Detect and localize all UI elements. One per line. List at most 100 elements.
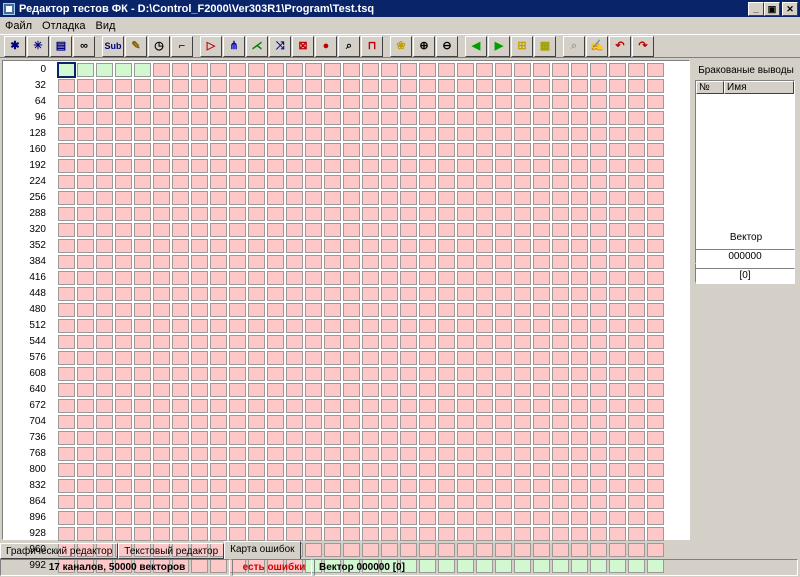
- pin-cell-fail[interactable]: [647, 223, 664, 237]
- pin-cell-fail[interactable]: [419, 431, 436, 445]
- pin-cell-fail[interactable]: [628, 287, 645, 301]
- pin-cell-fail[interactable]: [590, 223, 607, 237]
- pin-cell-fail[interactable]: [191, 367, 208, 381]
- pin-cell-fail[interactable]: [590, 143, 607, 157]
- pin-cell-fail[interactable]: [628, 383, 645, 397]
- pin-cell-fail[interactable]: [305, 447, 322, 461]
- pin-cell-fail[interactable]: [58, 415, 75, 429]
- pin-cell-fail[interactable]: [628, 463, 645, 477]
- pin-cell-fail[interactable]: [571, 287, 588, 301]
- pin-cell-fail[interactable]: [571, 159, 588, 173]
- pin-cell-fail[interactable]: [647, 479, 664, 493]
- pin-cell-fail[interactable]: [210, 527, 227, 541]
- pin-cell-fail[interactable]: [58, 175, 75, 189]
- pin-cell-fail[interactable]: [590, 191, 607, 205]
- tab-graphic-editor[interactable]: Графический редактор: [0, 543, 119, 559]
- menu-view[interactable]: Вид: [91, 20, 121, 32]
- pin-cell-fail[interactable]: [495, 63, 512, 77]
- pin-cell-fail[interactable]: [267, 319, 284, 333]
- pin-cell-fail[interactable]: [571, 191, 588, 205]
- pin-cell-fail[interactable]: [58, 511, 75, 525]
- pin-cell-fail[interactable]: [267, 383, 284, 397]
- pin-cell-fail[interactable]: [590, 383, 607, 397]
- pin-cell-fail[interactable]: [58, 447, 75, 461]
- pin-cell-fail[interactable]: [77, 495, 94, 509]
- pin-cell-fail[interactable]: [305, 159, 322, 173]
- pin-cell-fail[interactable]: [362, 463, 379, 477]
- pin-cell-fail[interactable]: [248, 127, 265, 141]
- pin-cell-fail[interactable]: [77, 319, 94, 333]
- pin-cell-fail[interactable]: [191, 431, 208, 445]
- pin-cell-fail[interactable]: [495, 79, 512, 93]
- pin-cell-fail[interactable]: [533, 207, 550, 221]
- pin-cell-fail[interactable]: [286, 447, 303, 461]
- pin-cell-fail[interactable]: [58, 271, 75, 285]
- pin-cell-fail[interactable]: [571, 351, 588, 365]
- pin-cell-fail[interactable]: [172, 447, 189, 461]
- arrow-left-button[interactable]: ◀: [465, 35, 487, 57]
- pin-cell-fail[interactable]: [267, 175, 284, 189]
- pin-cell-fail[interactable]: [514, 79, 531, 93]
- pin-cell-fail[interactable]: [286, 463, 303, 477]
- pin-cell-fail[interactable]: [419, 63, 436, 77]
- pin-cell-fail[interactable]: [514, 415, 531, 429]
- pin-cell-fail[interactable]: [77, 271, 94, 285]
- pin-cell-fail[interactable]: [438, 239, 455, 253]
- pin-cell-fail[interactable]: [438, 191, 455, 205]
- pin-cell-fail[interactable]: [476, 191, 493, 205]
- pin-cell-fail[interactable]: [191, 415, 208, 429]
- pin-cell-fail[interactable]: [191, 463, 208, 477]
- pin-cell-fail[interactable]: [248, 223, 265, 237]
- pin-cell-fail[interactable]: [191, 127, 208, 141]
- pin-cell-fail[interactable]: [248, 495, 265, 509]
- pin-cell-fail[interactable]: [286, 255, 303, 269]
- pin-cell-fail[interactable]: [533, 287, 550, 301]
- pin-cell-fail[interactable]: [476, 271, 493, 285]
- pin-cell-fail[interactable]: [457, 479, 474, 493]
- pin-cell-fail[interactable]: [628, 143, 645, 157]
- pin-cell-fail[interactable]: [229, 383, 246, 397]
- pin-cell-fail[interactable]: [552, 495, 569, 509]
- pin-cell-fail[interactable]: [305, 95, 322, 109]
- pin-cell-fail[interactable]: [362, 175, 379, 189]
- pin-cell-fail[interactable]: [571, 175, 588, 189]
- pin-cell-fail[interactable]: [324, 191, 341, 205]
- pin-cell-fail[interactable]: [609, 351, 626, 365]
- pin-cell-fail[interactable]: [324, 159, 341, 173]
- pin-cell-fail[interactable]: [324, 175, 341, 189]
- pin-cell-fail[interactable]: [628, 399, 645, 413]
- pin-cell-fail[interactable]: [419, 95, 436, 109]
- pin-cell-fail[interactable]: [229, 175, 246, 189]
- pin-cell-fail[interactable]: [533, 127, 550, 141]
- pin-cell-fail[interactable]: [248, 431, 265, 445]
- pin-cell-fail[interactable]: [457, 335, 474, 349]
- pin-cell-fail[interactable]: [77, 287, 94, 301]
- bug-button[interactable]: ✱: [4, 35, 26, 57]
- pin-cell-fail[interactable]: [115, 351, 132, 365]
- pin-cell-fail[interactable]: [134, 383, 151, 397]
- pin-cell-fail[interactable]: [229, 271, 246, 285]
- pin-cell-fail[interactable]: [381, 511, 398, 525]
- pin-cell-fail[interactable]: [514, 511, 531, 525]
- pin-cell-fail[interactable]: [495, 287, 512, 301]
- pin-cell-fail[interactable]: [286, 431, 303, 445]
- pin-cell-fail[interactable]: [172, 63, 189, 77]
- pin-cell-fail[interactable]: [153, 463, 170, 477]
- pin-cell-fail[interactable]: [533, 175, 550, 189]
- pin-cell-fail[interactable]: [457, 367, 474, 381]
- pin-cell-fail[interactable]: [419, 319, 436, 333]
- pin-cell-fail[interactable]: [514, 447, 531, 461]
- pin-cell-fail[interactable]: [381, 479, 398, 493]
- pin-cell-fail[interactable]: [248, 159, 265, 173]
- pin-cell-fail[interactable]: [305, 143, 322, 157]
- pin-cell-fail[interactable]: [210, 175, 227, 189]
- pin-cell-fail[interactable]: [609, 143, 626, 157]
- pin-cell-fail[interactable]: [571, 111, 588, 125]
- pin-cell-fail[interactable]: [571, 271, 588, 285]
- pin-cell-fail[interactable]: [476, 287, 493, 301]
- pin-cell-fail[interactable]: [514, 271, 531, 285]
- pin-cell-fail[interactable]: [495, 351, 512, 365]
- pin-cell-fail[interactable]: [571, 303, 588, 317]
- pin-cell-fail[interactable]: [153, 479, 170, 493]
- pin-cell-fail[interactable]: [134, 191, 151, 205]
